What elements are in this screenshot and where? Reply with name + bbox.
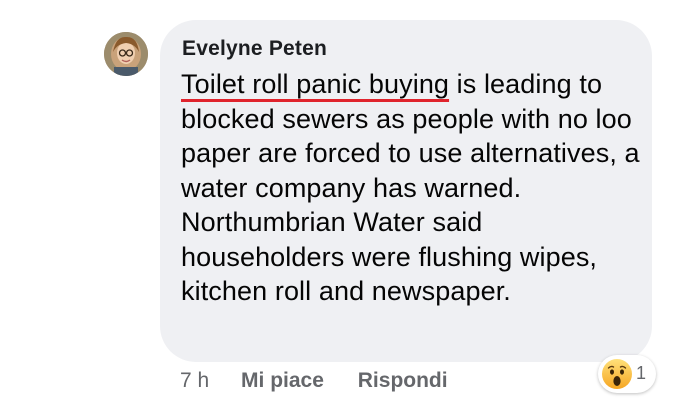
comment-text: Toilet roll panic buying is leading to b… (181, 67, 643, 309)
comment-paragraph-2: Northumbrian Water said householders wer… (181, 207, 598, 306)
comment-paragraph-1: Toilet roll panic buying is leading to b… (181, 67, 643, 205)
underlined-phrase: Toilet roll panic buying (181, 69, 450, 99)
comment-container: Evelyne Peten Toilet roll panic buying i… (0, 0, 674, 400)
wow-emoji-icon (602, 359, 632, 389)
avatar-photo (104, 32, 148, 76)
timestamp[interactable]: 7 h (180, 369, 209, 392)
reply-button[interactable]: Rispondi (358, 369, 448, 392)
reaction-count: 1 (636, 363, 647, 383)
avatar[interactable] (104, 32, 148, 76)
like-button[interactable]: Mi piace (241, 369, 324, 392)
comment-actions: 7 h Mi piace Rispondi (180, 369, 476, 393)
reaction-summary[interactable]: 1 (598, 355, 656, 393)
author-name[interactable]: Evelyne Peten (182, 37, 327, 61)
